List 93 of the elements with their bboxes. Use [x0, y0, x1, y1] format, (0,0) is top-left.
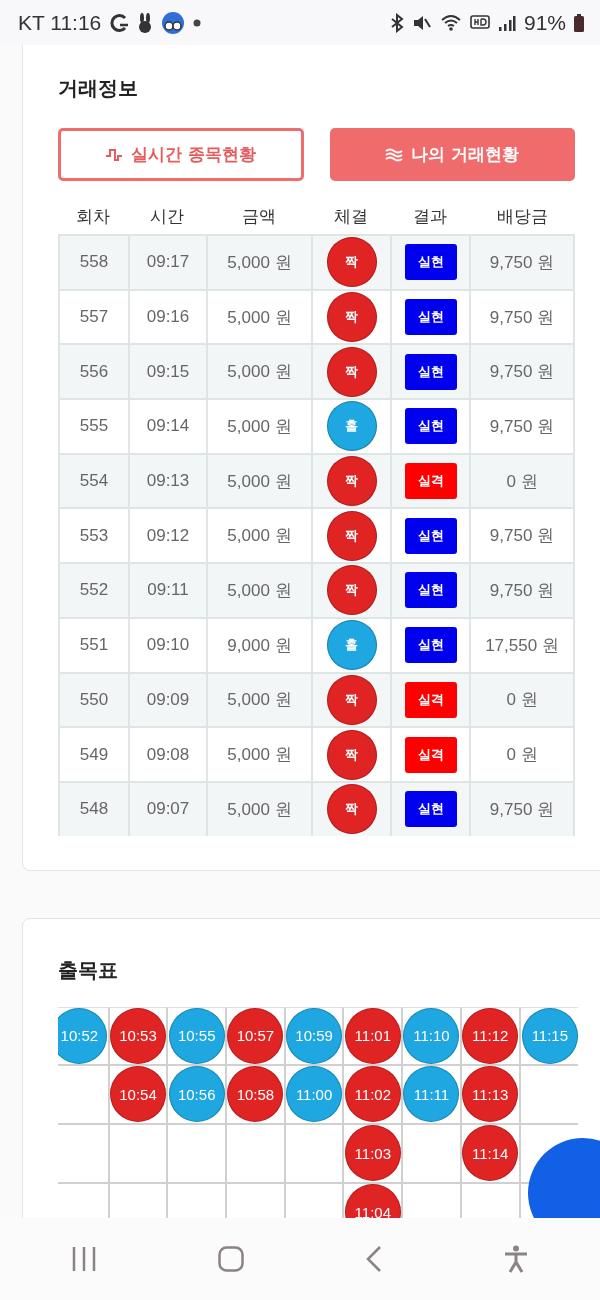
- battery-percent: 91%: [523, 10, 566, 35]
- table-cell: 5,000 원: [206, 236, 311, 289]
- column-header: 금액: [240, 204, 277, 228]
- outcome-ball: 홀: [326, 401, 377, 452]
- result-badge: 실격: [404, 736, 457, 773]
- result-ball: 11:00: [286, 1066, 343, 1123]
- table-cell: 9,750 원: [469, 345, 575, 399]
- result-ball: 11:04: [344, 1184, 401, 1218]
- table-cell: 9,750 원: [469, 564, 575, 617]
- outcome-ball: 짝: [326, 674, 377, 725]
- table-cell: 5,000 원: [206, 673, 311, 727]
- outcome-ball: 짝: [326, 784, 377, 835]
- table-cell: 09:11: [128, 564, 206, 617]
- home-icon[interactable]: [218, 1246, 245, 1272]
- result-ball: 10:55: [168, 1007, 225, 1064]
- result-ball: 11:02: [344, 1066, 401, 1123]
- result-ball: 11:14: [462, 1125, 519, 1182]
- result-badge: 실현: [404, 627, 457, 664]
- dot-icon: [193, 18, 202, 27]
- result-ball: 11:15: [521, 1007, 578, 1064]
- result-ball: 11:03: [344, 1125, 401, 1182]
- hd-icon: [469, 13, 490, 32]
- outcome-ball: 홀: [326, 620, 377, 671]
- table-cell: 9,750 원: [469, 782, 575, 836]
- bluetooth-icon: [389, 12, 404, 33]
- column-header: 시간: [149, 204, 185, 228]
- column-header: 회차: [75, 204, 111, 228]
- result-badge: 실현: [404, 353, 457, 390]
- tab[interactable]: 실시간 종목현황: [58, 128, 304, 181]
- table-cell: 558: [58, 236, 128, 289]
- result-ball: 11:10: [403, 1007, 460, 1064]
- outcome-ball: 짝: [326, 456, 377, 507]
- result-badge: 실현: [404, 572, 457, 609]
- table-cell: 09:15: [128, 345, 206, 399]
- table-cell: 556: [58, 345, 128, 399]
- section-title: 출목표: [58, 956, 119, 984]
- result-ball: 10:57: [227, 1007, 284, 1064]
- result-ball: 11:01: [344, 1007, 401, 1064]
- table-cell: 5,000 원: [206, 345, 311, 399]
- result-ball: 11:12: [462, 1007, 519, 1064]
- table-cell: 552: [58, 564, 128, 617]
- pulse-icon: [105, 146, 124, 163]
- section-title: 거래정보: [58, 75, 139, 102]
- outcome-ball: 짝: [326, 237, 377, 288]
- result-badge: 실격: [404, 681, 457, 718]
- result-ball: 10:54: [110, 1066, 167, 1123]
- table-cell: 09:13: [128, 454, 206, 508]
- column-header: 배당금: [495, 204, 549, 228]
- result-badge: 실현: [404, 517, 457, 554]
- waves-icon: [385, 146, 404, 163]
- back-icon[interactable]: [365, 1245, 382, 1273]
- result-ball: 10:59: [286, 1007, 343, 1064]
- board-cell: [58, 1124, 110, 1184]
- result-badge: 실현: [404, 299, 457, 336]
- table-cell: 5,000 원: [206, 564, 311, 617]
- table-cell: 0 원: [469, 454, 575, 508]
- result-ball: 10:52: [58, 1007, 108, 1064]
- outcome-ball: 짝: [326, 565, 377, 616]
- table-cell: 550: [58, 673, 128, 727]
- outcome-ball: 짝: [326, 292, 377, 343]
- result-ball: 11:11: [403, 1066, 460, 1123]
- signal-icon: [497, 13, 516, 32]
- result-badge: 실현: [404, 244, 457, 281]
- status-time: KT 11:16: [18, 10, 102, 35]
- outcome-ball: 짝: [326, 510, 377, 561]
- rabbit-icon: [137, 12, 154, 33]
- battery-icon: [574, 13, 584, 32]
- table-cell: 09:07: [128, 782, 206, 836]
- table-cell: 09:17: [128, 236, 206, 289]
- table-cell: 5,000 원: [206, 782, 311, 836]
- result-badge: 실격: [404, 463, 457, 500]
- table-cell: 09:09: [128, 673, 206, 727]
- result-badge: 실현: [404, 408, 457, 445]
- wifi-icon: [439, 12, 462, 33]
- table-cell: 548: [58, 782, 128, 836]
- g-letter-icon: [109, 12, 130, 33]
- table-cell: 9,750 원: [469, 236, 575, 289]
- result-ball: 11:13: [462, 1066, 519, 1123]
- table-cell: 0 원: [469, 673, 575, 727]
- outcome-ball: 짝: [326, 346, 377, 397]
- result-badge: 실현: [404, 791, 457, 828]
- result-ball: 10:53: [110, 1007, 167, 1064]
- tab[interactable]: 나의 거래현황: [329, 128, 575, 181]
- cartoon-face-icon: [161, 10, 186, 35]
- outcome-ball: 짝: [326, 729, 377, 780]
- recent-apps-icon[interactable]: [70, 1246, 97, 1272]
- result-ball: 10:56: [168, 1066, 225, 1123]
- table-cell: 554: [58, 454, 128, 508]
- table-cell: 5,000 원: [206, 454, 311, 508]
- column-header: 체결: [332, 204, 369, 228]
- accessibility-icon[interactable]: [503, 1245, 530, 1273]
- column-header: 결과: [411, 204, 448, 228]
- result-ball: 10:58: [227, 1066, 284, 1123]
